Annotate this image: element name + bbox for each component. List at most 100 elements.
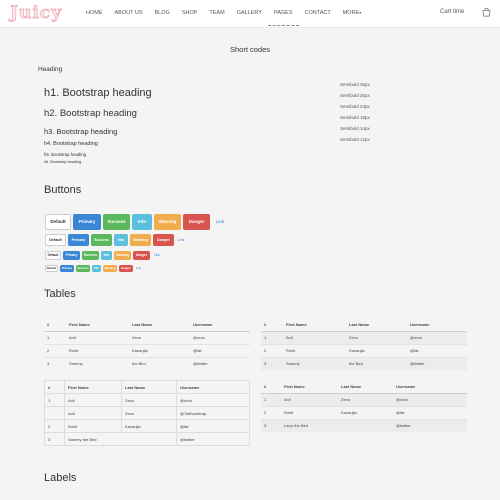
table-cell: 2: [261, 405, 281, 419]
brand-logo[interactable]: Juicy: [10, 3, 62, 24]
main-nav: HOME ABOUT US BLOG SHOP TEAM GALLERY PAG…: [80, 0, 367, 28]
table-cell: @mdo: [176, 393, 250, 407]
warning-button-sm[interactable]: Warning: [114, 251, 131, 260]
default-button-sm[interactable]: Default: [45, 251, 61, 260]
nav-item-home[interactable]: HOME: [80, 0, 109, 26]
table-cell: @TwBootstrap: [176, 406, 250, 420]
table-cell: Kanaujia: [338, 405, 393, 419]
table-cell: the Bird: [129, 356, 190, 370]
table-row: 1 Anil Zeno @mdo: [261, 392, 467, 406]
table-row: 2 Rohit Kanaujia @fat: [44, 343, 250, 357]
bordered-table: # First Name Last Name Username 1 Anil Z…: [44, 380, 250, 446]
semibold-24-label: Semibold 24px: [340, 104, 370, 109]
table-header-row: # First Name Last Name Username: [44, 318, 250, 332]
column-header: First Name: [281, 380, 338, 394]
default-button-xs[interactable]: Default: [45, 265, 58, 272]
table-cell: Zeno: [121, 393, 177, 407]
table-cell: 3: [261, 356, 283, 370]
column-header: #: [44, 318, 66, 332]
table-cell: Zeno: [338, 392, 393, 406]
table-row: 2 Rohit Kanaujia @fat: [44, 419, 250, 433]
striped-colspan-table: # First Name Last Name Username 1 Anil Z…: [261, 380, 467, 432]
table-row: 2 Rohit Kanaujia @fat: [261, 343, 467, 357]
table-row: 1 Anil Zeno @mdo: [44, 393, 250, 407]
column-header: #: [261, 318, 283, 332]
table-row: 3 Sammy the Bird @twitter: [44, 356, 250, 370]
table-cell: 1: [261, 392, 281, 406]
table-cell: Sammy the Bird: [64, 432, 177, 446]
table-cell: Rohit: [283, 343, 346, 357]
success-button-sm[interactable]: Success: [82, 251, 99, 260]
top-navbar: Juicy HOME ABOUT US BLOG SHOP TEAM GALLE…: [0, 0, 500, 28]
column-header: Username: [407, 318, 467, 332]
semibold-14-label: Semibold 14px: [340, 126, 370, 131]
success-button-xs[interactable]: Success: [76, 265, 90, 272]
warning-button-lg[interactable]: Warning: [154, 214, 181, 230]
table-cell: Kanaujia: [121, 419, 177, 433]
section-heading-tables: Tables: [44, 288, 76, 300]
table-cell: Rohit: [281, 405, 338, 419]
column-header: #: [261, 380, 281, 394]
success-button-lg[interactable]: Success: [103, 214, 130, 230]
primary-button-sm[interactable]: Primary: [63, 251, 80, 260]
warning-button-xs[interactable]: Warning: [103, 265, 117, 272]
section-heading-buttons: Buttons: [44, 184, 82, 196]
primary-button-lg[interactable]: Primary: [73, 214, 101, 230]
success-button-md[interactable]: Success: [91, 234, 112, 246]
semibold-18-label: Semibold 18px: [340, 115, 370, 120]
table-row: Anil Zeno @TwBootstrap: [44, 406, 250, 420]
danger-button-md[interactable]: Danger: [153, 234, 174, 246]
table-header-row: # First Name Last Name Username: [261, 318, 467, 332]
table-cell: 1: [261, 330, 283, 344]
column-header: Last Name: [346, 318, 407, 332]
h3-sample: h3. Bootstrap heading: [44, 127, 118, 136]
info-button-xs[interactable]: Info: [92, 265, 101, 272]
warning-button-md[interactable]: Warning: [130, 234, 151, 246]
danger-button-lg[interactable]: Danger: [183, 214, 210, 230]
table-cell: 3: [44, 432, 65, 446]
nav-item-about[interactable]: ABOUT US: [109, 0, 149, 26]
table-cell: @twitter: [407, 356, 467, 370]
column-header: First Name: [66, 318, 129, 332]
nav-item-gallery[interactable]: GALLERY: [231, 0, 268, 26]
info-button-sm[interactable]: Info: [101, 251, 112, 260]
h5-sample: h5. Bootstrap heading: [44, 152, 87, 157]
table-cell: Anil: [283, 330, 346, 344]
table-cell: 3: [44, 356, 66, 370]
nav-item-team[interactable]: TEAM: [203, 0, 230, 26]
table-row: 3 Larry the Bird @twitter: [261, 418, 467, 432]
table-cell: @twitter: [393, 418, 467, 432]
link-button-lg[interactable]: Link: [212, 214, 228, 230]
table-cell: the Bird: [346, 356, 407, 370]
nav-item-contact[interactable]: CONTACT: [299, 0, 337, 26]
h1-sample: h1. Bootstrap heading: [44, 87, 152, 99]
default-button-md[interactable]: Default: [45, 234, 66, 246]
table-cell: Rohit: [66, 343, 129, 357]
link-button-xs[interactable]: Link: [134, 265, 143, 272]
danger-button-sm[interactable]: Danger: [133, 251, 150, 260]
link-button-sm[interactable]: Link: [152, 251, 162, 260]
table-cell: 3: [261, 418, 281, 432]
column-header: Last Name: [129, 318, 190, 332]
cart-link[interactable]: Cart time: [440, 9, 464, 15]
semibold-12-label: Semibold 12px: [340, 137, 370, 142]
primary-button-xs[interactable]: Primary: [60, 265, 74, 272]
primary-button-md[interactable]: Primary: [68, 234, 89, 246]
section-heading-labels: Labels: [44, 472, 77, 484]
page-title: Short codes: [229, 45, 271, 54]
table-cell: Larry the Bird: [281, 418, 393, 432]
table-cell: Anil: [64, 406, 122, 420]
cart-icon[interactable]: [482, 8, 491, 17]
nav-item-pages[interactable]: PAGES: [267, 0, 299, 26]
nav-item-blog[interactable]: BLOG: [149, 0, 176, 26]
column-header: Username: [190, 318, 250, 332]
nav-item-more[interactable]: MORE▾: [337, 0, 368, 26]
table-cell: 2: [44, 343, 66, 357]
nav-item-shop[interactable]: SHOP: [176, 0, 204, 26]
danger-button-xs[interactable]: Danger: [119, 265, 133, 272]
h6-sample: h6. Bootstrap heading: [44, 160, 82, 164]
link-button-md[interactable]: Link: [175, 234, 187, 246]
info-button-md[interactable]: Info: [114, 234, 128, 246]
default-button-lg[interactable]: Default: [45, 214, 71, 230]
info-button-lg[interactable]: Info: [132, 214, 152, 230]
